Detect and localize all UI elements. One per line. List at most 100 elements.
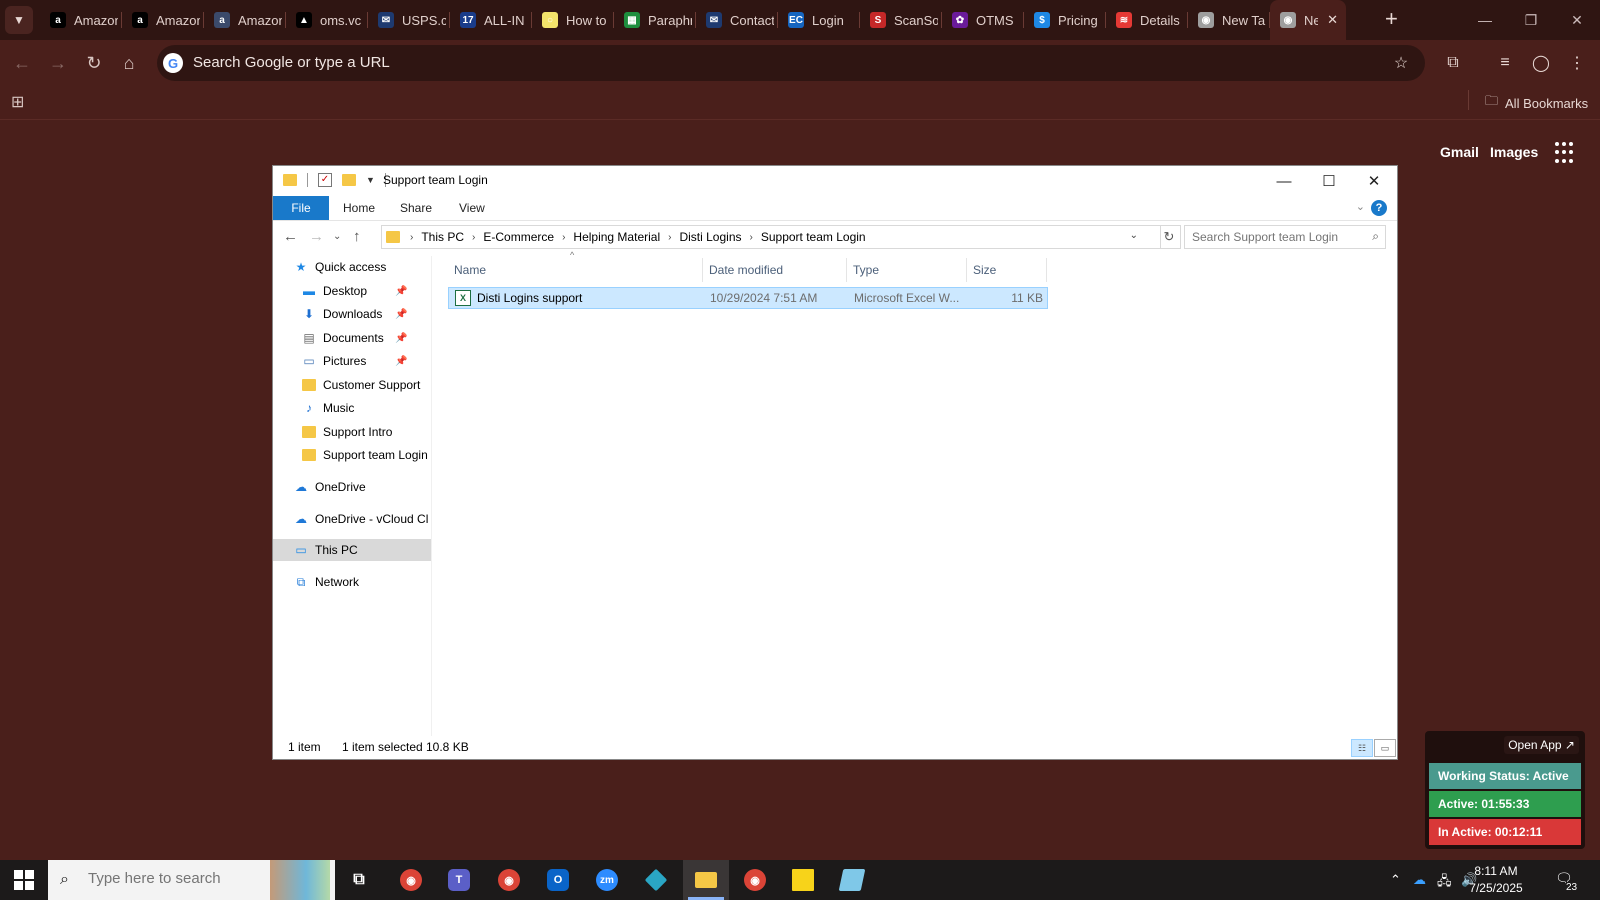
breadcrumb-item[interactable]: Support team Login: [757, 230, 870, 244]
zoom-icon[interactable]: zm: [589, 865, 625, 895]
restore-button[interactable]: ❐: [1508, 0, 1554, 40]
explorer-search-input[interactable]: [1185, 226, 1364, 248]
browser-tab[interactable]: ≋ Details: [1106, 0, 1188, 40]
back-button[interactable]: ←: [11, 52, 33, 74]
nav-item[interactable]: ☁ OneDrive - vCloud Cl: [273, 508, 428, 530]
gmail-link[interactable]: Gmail: [1440, 144, 1479, 160]
browser-tab[interactable]: ◉ New Tab ✕: [1270, 0, 1346, 40]
breadcrumb-item[interactable]: This PC: [417, 230, 468, 244]
properties-icon[interactable]: ✓: [318, 173, 332, 187]
browser-tab[interactable]: S ScanSource: [860, 0, 942, 40]
browser-tab[interactable]: 17 ALL-IN: [450, 0, 532, 40]
breadcrumb-item[interactable]: Disti Logins: [675, 230, 745, 244]
explorer-maximize-button[interactable]: ☐: [1306, 166, 1352, 196]
all-bookmarks-button[interactable]: 🗀 All Bookmarks: [1485, 92, 1588, 114]
column-size[interactable]: Size: [967, 258, 1047, 282]
browser-tab[interactable]: ✉ USPS.com: [368, 0, 450, 40]
taskbar-search-input[interactable]: [86, 869, 260, 888]
large-icons-view-icon[interactable]: ▭: [1374, 739, 1396, 757]
chevron-right-icon[interactable]: ›: [468, 232, 479, 243]
browser-tab[interactable]: EC Login: [778, 0, 860, 40]
open-app-button[interactable]: Open App ↗: [1504, 736, 1579, 754]
nav-item[interactable]: Support team Login: [301, 444, 428, 466]
customize-qat-icon[interactable]: ▼: [366, 175, 375, 185]
home-button[interactable]: ⌂: [118, 52, 140, 74]
browser-tab[interactable]: ○ How to: [532, 0, 614, 40]
tab-view[interactable]: View: [449, 196, 495, 220]
breadcrumb-item[interactable]: E-Commerce: [479, 230, 558, 244]
browser-tab[interactable]: ✿ OTMS: [942, 0, 1024, 40]
chevron-right-icon[interactable]: ›: [664, 232, 675, 243]
tray-overflow-icon[interactable]: ⌃: [1390, 872, 1401, 888]
nav-item[interactable]: ♪ Music: [301, 397, 354, 419]
address-dropdown-icon[interactable]: ⌄: [1130, 230, 1138, 241]
task-view-icon[interactable]: ⧉: [341, 865, 377, 895]
chevron-right-icon[interactable]: ›: [746, 232, 757, 243]
nav-item[interactable]: ▬ Desktop 📌: [301, 280, 407, 302]
nav-item[interactable]: ☁ OneDrive: [273, 476, 366, 498]
nav-item[interactable]: ★ Quick access: [273, 256, 387, 278]
taskbar-search[interactable]: ⌕: [48, 860, 335, 900]
new-tab-button[interactable]: +: [1385, 8, 1398, 30]
up-arrow-icon[interactable]: ↑: [353, 228, 361, 245]
google-apps-icon[interactable]: [1555, 142, 1577, 164]
forward-arrow-icon[interactable]: →: [309, 228, 324, 245]
chrome-icon[interactable]: ◉: [393, 865, 429, 895]
explorer-close-button[interactable]: ✕: [1351, 166, 1397, 196]
nav-item[interactable]: ▭ This PC: [273, 539, 431, 561]
outlook-icon[interactable]: O: [540, 865, 576, 895]
column-type[interactable]: Type: [847, 258, 967, 282]
file-row[interactable]: X Disti Logins support 10/29/2024 7:51 A…: [448, 287, 1048, 309]
profile-icon[interactable]: ◯: [1531, 53, 1551, 73]
browser-tab[interactable]: ✉ Contact: [696, 0, 778, 40]
chevron-right-icon[interactable]: ›: [558, 232, 569, 243]
chevron-right-icon[interactable]: ›: [406, 232, 417, 243]
recent-locations-icon[interactable]: ⌄: [333, 231, 341, 242]
nav-item[interactable]: Support Intro: [301, 421, 392, 443]
file-explorer-icon[interactable]: [688, 865, 724, 900]
browser-tab[interactable]: a Amazon: [40, 0, 122, 40]
omnibox-placeholder[interactable]: Search Google or type a URL: [193, 54, 390, 71]
bookmark-star-icon[interactable]: ☆: [1391, 53, 1411, 73]
address-bar[interactable]: › This PC › E-Commerce › Helping Material › Dis…: [381, 225, 1161, 249]
tab-search-button[interactable]: ▼: [5, 6, 33, 34]
nav-item[interactable]: Customer Support: [301, 374, 420, 396]
expand-ribbon-icon[interactable]: ⌄: [1356, 200, 1365, 213]
column-date-modified[interactable]: Date modified: [703, 258, 847, 282]
browser-tab[interactable]: ▲ oms.vc: [286, 0, 368, 40]
teams-icon[interactable]: T: [441, 865, 477, 895]
minimize-button[interactable]: —: [1462, 0, 1508, 40]
help-icon[interactable]: ?: [1371, 200, 1387, 216]
apps-grid-icon[interactable]: ⊞: [11, 92, 29, 111]
tab-file[interactable]: File: [273, 196, 329, 220]
nav-item[interactable]: ▤ Documents 📌: [301, 327, 407, 349]
onedrive-tray-icon[interactable]: ☁: [1413, 872, 1426, 888]
chrome-profile-icon[interactable]: ◉: [491, 865, 527, 895]
extensions-icon[interactable]: ⧉: [1443, 53, 1463, 73]
close-tab-icon[interactable]: ✕: [1327, 12, 1338, 28]
browser-tab[interactable]: a Amazon: [122, 0, 204, 40]
new-folder-icon[interactable]: [342, 174, 356, 186]
windows-start-icon[interactable]: [14, 870, 34, 890]
refresh-button[interactable]: ↻: [1158, 225, 1181, 249]
browser-tab[interactable]: a Amazon: [204, 0, 286, 40]
images-link[interactable]: Images: [1490, 144, 1538, 160]
forward-button[interactable]: →: [47, 52, 69, 74]
explorer-minimize-button[interactable]: —: [1261, 166, 1307, 196]
app-diamond-icon[interactable]: [638, 865, 674, 895]
menu-icon[interactable]: ⋮: [1567, 53, 1587, 73]
nav-item[interactable]: ▭ Pictures 📌: [301, 350, 407, 372]
nav-item[interactable]: ⧉ Network: [273, 571, 359, 593]
explorer-search-box[interactable]: ⌕: [1184, 225, 1386, 249]
tab-share[interactable]: Share: [390, 196, 442, 220]
nav-item[interactable]: ⬇ Downloads 📌: [301, 303, 407, 325]
network-tray-icon[interactable]: 🖧: [1437, 872, 1452, 894]
notepad-icon[interactable]: [834, 865, 870, 895]
chrome-alt-icon[interactable]: ◉: [737, 865, 773, 895]
browser-tab[interactable]: ◉ New Tab: [1188, 0, 1270, 40]
sticky-notes-icon[interactable]: [785, 865, 821, 895]
details-view-icon[interactable]: ☷: [1351, 739, 1373, 757]
browser-tab[interactable]: $ Pricing: [1024, 0, 1106, 40]
browser-tab[interactable]: ▦ Paraphrase: [614, 0, 696, 40]
reload-button[interactable]: ↻: [83, 52, 105, 74]
